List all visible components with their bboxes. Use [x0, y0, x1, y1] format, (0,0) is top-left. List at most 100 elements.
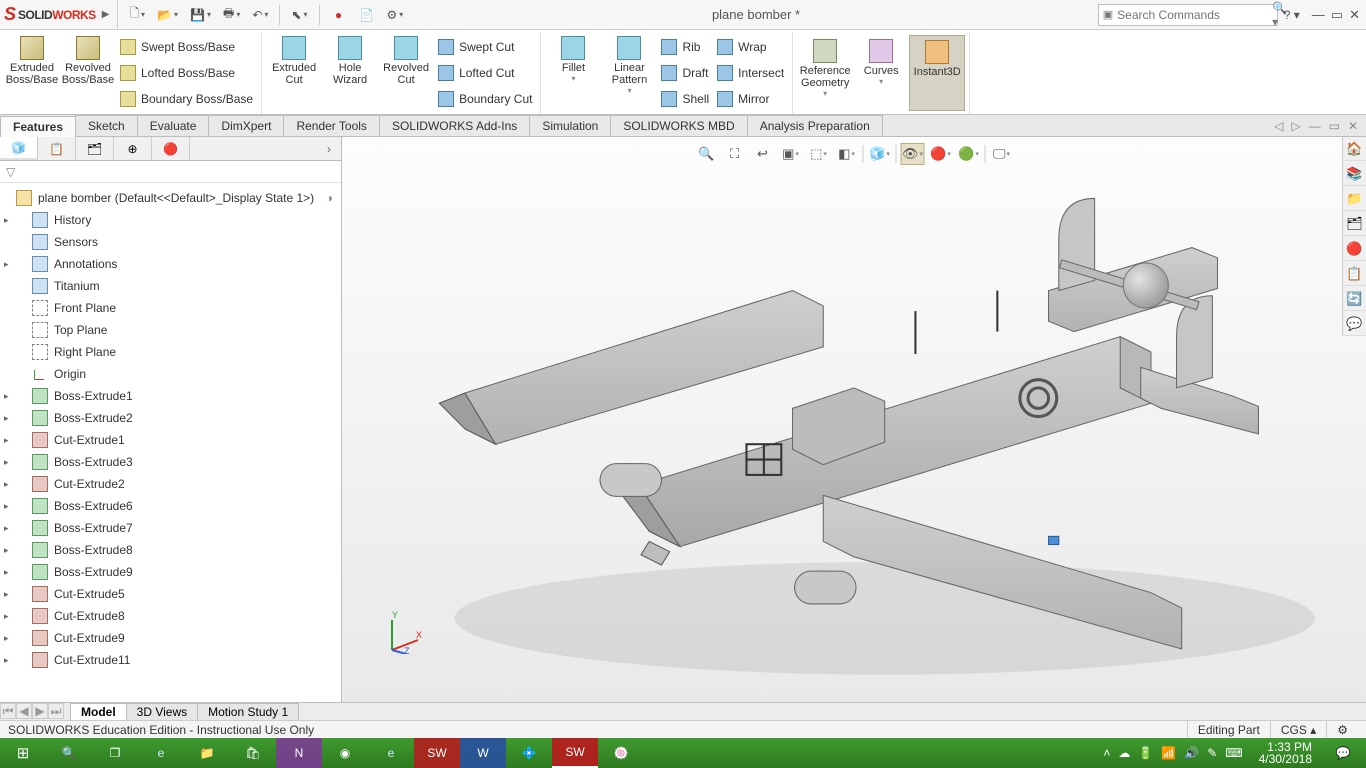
search-commands-box[interactable]: ▣ 🔍▾ [1098, 4, 1278, 26]
intersect-button[interactable]: Intersect [717, 62, 784, 84]
lofted-boss-button[interactable]: Lofted Boss/Base [120, 62, 253, 84]
tree-item[interactable]: ▸Cut-Extrude9 [0, 627, 341, 649]
save-button[interactable]: 💾 [185, 3, 216, 27]
print-button[interactable]: 🖶 [218, 3, 245, 27]
instant3d-button[interactable]: Instant3D [909, 35, 965, 111]
tree-item[interactable]: Sensors [0, 231, 341, 253]
boundary-boss-button[interactable]: Boundary Boss/Base [120, 88, 253, 110]
panel-collapse-button[interactable]: › [317, 137, 341, 160]
3d-views-tab[interactable]: 3D Views [126, 703, 198, 720]
tree-item[interactable]: Front Plane [0, 297, 341, 319]
volume-icon[interactable]: 🔊 [1184, 746, 1199, 760]
draft-button[interactable]: Draft [661, 62, 709, 84]
tree-item[interactable]: ▸Cut-Extrude2 [0, 473, 341, 495]
tab-mbd[interactable]: SOLIDWORKS MBD [610, 115, 747, 136]
battery-icon[interactable]: 🔋 [1138, 746, 1153, 760]
tab-analysis-prep[interactable]: Analysis Preparation [747, 115, 883, 136]
tab-addins[interactable]: SOLIDWORKS Add-Ins [379, 115, 530, 136]
display-manager-tab[interactable]: 🔴 [152, 137, 190, 160]
tree-item[interactable]: ▸History [0, 209, 341, 231]
custom-props-icon[interactable]: 🔄 [1343, 287, 1366, 311]
minimize-window-button[interactable]: — [1312, 7, 1325, 23]
mirror-button[interactable]: Mirror [717, 88, 784, 110]
reference-geometry-button[interactable]: Reference Geometry▾ [797, 35, 853, 111]
select-button[interactable]: ⬉ [286, 3, 312, 27]
boundary-cut-button[interactable]: Boundary Cut [438, 88, 532, 110]
open-file-button[interactable]: 📂 [152, 3, 183, 27]
tree-root-item[interactable]: plane bomber (Default<<Default>_Display … [0, 187, 341, 209]
tree-item[interactable]: ▸Boss-Extrude7 [0, 517, 341, 539]
status-custom-button[interactable]: ⚙ [1326, 721, 1358, 738]
tree-item[interactable]: ▸Boss-Extrude6 [0, 495, 341, 517]
tree-item[interactable]: ▸Annotations [0, 253, 341, 275]
edge-button[interactable]: e [138, 738, 184, 768]
file-explorer-icon[interactable]: 🗂 [1343, 212, 1366, 236]
tab-evaluate[interactable]: Evaluate [137, 115, 210, 136]
dimxpert-manager-tab[interactable]: ⊕ [114, 137, 152, 160]
tree-item[interactable]: ▸Boss-Extrude3 [0, 451, 341, 473]
prev-doc-button[interactable]: ◁ [1274, 119, 1283, 133]
motion-study-tab[interactable]: Motion Study 1 [197, 703, 299, 720]
undo-button[interactable]: ↶ [247, 3, 273, 27]
tab-simulation[interactable]: Simulation [529, 115, 611, 136]
tree-item[interactable]: ▸Boss-Extrude1 [0, 385, 341, 407]
notifications-button[interactable]: 💬 [1320, 738, 1366, 768]
tree-item[interactable]: ▸Cut-Extrude1 [0, 429, 341, 451]
rebuild-button[interactable]: ● [326, 3, 352, 27]
swept-cut-button[interactable]: Swept Cut [438, 36, 532, 58]
property-manager-tab[interactable]: 📋 [38, 137, 76, 160]
appearances-icon[interactable]: 📋 [1343, 262, 1366, 286]
cortana-search-button[interactable]: 🔍 [46, 738, 92, 768]
tab-features[interactable]: Features [0, 116, 76, 137]
tab-sketch[interactable]: Sketch [75, 115, 138, 136]
start-menu-button[interactable]: ⊞ [0, 738, 46, 768]
tree-item[interactable]: ▸Cut-Extrude11 [0, 649, 341, 671]
tree-item[interactable]: Top Plane [0, 319, 341, 341]
tab-dimxpert[interactable]: DimXpert [208, 115, 284, 136]
resources-icon[interactable]: 📚 [1343, 162, 1366, 186]
status-units[interactable]: CGS ▴ [1270, 721, 1326, 738]
feature-tree[interactable]: plane bomber (Default<<Default>_Display … [0, 183, 341, 702]
model-tab[interactable]: Model [70, 703, 127, 720]
tree-item[interactable]: ▸Boss-Extrude2 [0, 407, 341, 429]
wifi-icon[interactable]: 📶 [1161, 746, 1176, 760]
new-file-button[interactable]: 🗋 [124, 3, 150, 27]
swept-boss-button[interactable]: Swept Boss/Base [120, 36, 253, 58]
shell-button[interactable]: Shell [661, 88, 709, 110]
search-input[interactable] [1117, 8, 1272, 22]
tree-item[interactable]: ▸Cut-Extrude8 [0, 605, 341, 627]
extruded-boss-button[interactable]: Extruded Boss/Base [4, 32, 60, 108]
feature-tree-tab[interactable]: 🧊 [0, 137, 38, 160]
lofted-cut-button[interactable]: Lofted Cut [438, 62, 532, 84]
design-library-icon[interactable]: 📁 [1343, 187, 1366, 211]
tab-nav-next[interactable]: ▶ [32, 703, 48, 719]
task-view-button[interactable]: ❐ [92, 738, 138, 768]
graphics-viewport[interactable]: 🔍 ⛶ ↩ ▣ ⬚ ◧ 🧊 👁 🔴 🟢 🖵 [342, 137, 1366, 702]
solidworks-taskbar-button[interactable]: SW [414, 738, 460, 768]
tree-filter-row[interactable]: ▽ [0, 161, 341, 183]
file-properties-button[interactable]: 📄 [354, 3, 380, 27]
tree-item[interactable]: ▸Cut-Extrude5 [0, 583, 341, 605]
keyboard-icon[interactable]: ⌨ [1225, 746, 1242, 760]
options-button[interactable]: ⚙ [382, 3, 409, 27]
doc-restore-button[interactable]: ▭ [1329, 119, 1340, 133]
fillet-button[interactable]: Fillet▾ [545, 32, 601, 108]
onenote-button[interactable]: N [276, 738, 322, 768]
word-button[interactable]: W [460, 738, 506, 768]
solidworks-logo[interactable]: SSOLIDWORKS ▶ [0, 0, 118, 29]
tree-item[interactable]: ▸Boss-Extrude8 [0, 539, 341, 561]
doc-minimize-button[interactable]: — [1309, 119, 1321, 133]
help-button[interactable]: ? ▾ [1284, 8, 1300, 22]
tree-item[interactable]: Origin [0, 363, 341, 385]
revolved-cut-button[interactable]: Revolved Cut [378, 32, 434, 108]
linear-pattern-button[interactable]: Linear Pattern▾ [601, 32, 657, 108]
tree-item[interactable]: ▸Boss-Extrude9 [0, 561, 341, 583]
home-icon[interactable]: 🏠 [1343, 137, 1366, 161]
file-explorer-button[interactable]: 📁 [184, 738, 230, 768]
extruded-cut-button[interactable]: Extruded Cut [266, 32, 322, 108]
tab-nav-first[interactable]: ⏮ [0, 703, 16, 719]
tab-nav-last[interactable]: ⏭ [48, 703, 64, 719]
forum-icon[interactable]: 💬 [1343, 312, 1366, 336]
chrome-button[interactable]: ◉ [322, 738, 368, 768]
tab-render-tools[interactable]: Render Tools [283, 115, 380, 136]
